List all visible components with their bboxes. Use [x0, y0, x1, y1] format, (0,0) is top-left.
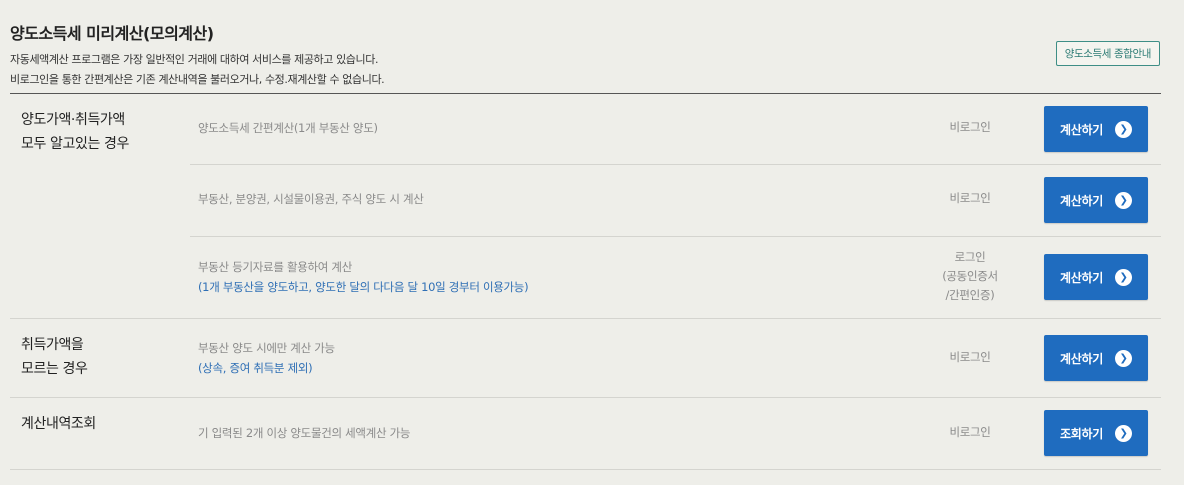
row-text: 부동산 등기자료를 활용하여 계산 — [198, 260, 352, 274]
list-item: 양도소득세 간편계산(1개 부동산 양도) 비로그인 계산하기 ❯ — [190, 94, 1161, 164]
group-label-unknown-acquisition: 취득가액을 모르는 경우 — [21, 337, 88, 377]
row-description: 부동산, 분양권, 시설물이용권, 주식 양도 시 계산 — [198, 189, 424, 209]
calculate-button[interactable]: 계산하기 ❯ — [1044, 335, 1148, 381]
button-label: 계산하기 — [1060, 351, 1103, 366]
list-item: 기 입력된 2개 이상 양도물건의 세액계산 가능 비로그인 조회하기 ❯ — [190, 398, 1161, 469]
row-description: 기 입력된 2개 이상 양도물건의 세액계산 가능 — [198, 423, 411, 443]
row-text: 양도소득세 간편계산(1개 부동산 양도) — [198, 121, 378, 135]
button-label: 조회하기 — [1060, 426, 1103, 441]
chevron-right-circle-icon: ❯ — [1114, 120, 1132, 138]
chevron-right-circle-icon: ❯ — [1114, 191, 1132, 209]
group-unknown-acquisition: 취득가액을 모르는 경우 부동산 양도 시에만 계산 가능 (상속, 증여 취득… — [10, 319, 1161, 397]
row-text: 부동산 양도 시에만 계산 가능 — [198, 341, 335, 355]
row-description: 부동산 등기자료를 활용하여 계산 (1개 부동산을 양도하고, 양도한 달의 … — [198, 257, 529, 297]
group-label-history: 계산내역조회 — [21, 416, 96, 432]
page-title: 양도소득세 미리계산(모의계산) — [10, 24, 214, 43]
button-label: 계산하기 — [1060, 193, 1103, 208]
chevron-right-circle-icon: ❯ — [1114, 424, 1132, 442]
group-label-known-prices: 양도가액·취득가액 모두 알고있는 경우 — [21, 112, 129, 152]
list-item: 부동산 양도 시에만 계산 가능 (상속, 증여 취득분 제외) 비로그인 계산… — [190, 319, 1161, 397]
page-header: 양도소득세 미리계산(모의계산) 자동세액계산 프로그램은 가장 일반적인 거래… — [10, 20, 1160, 90]
login-requirement: 로그인 (공동인증서 /간편인증) — [942, 250, 998, 302]
login-requirement: 비로그인 — [949, 191, 991, 205]
calculate-button[interactable]: 계산하기 ❯ — [1044, 177, 1148, 223]
tax-guide-button[interactable]: 양도소득세 종합안내 — [1055, 41, 1160, 66]
calculate-button[interactable]: 계산하기 ❯ — [1044, 254, 1148, 300]
row-note: (1개 부동산을 양도하고, 양도한 달의 다다음 달 10일 경부터 이용가능… — [198, 280, 529, 294]
list-item: 부동산, 분양권, 시설물이용권, 주식 양도 시 계산 비로그인 계산하기 ❯ — [190, 165, 1161, 236]
group-known-prices: 양도가액·취득가액 모두 알고있는 경우 양도소득세 간편계산(1개 부동산 양… — [10, 94, 1161, 318]
row-description: 부동산 양도 시에만 계산 가능 (상속, 증여 취득분 제외) — [198, 338, 335, 378]
calculate-button[interactable]: 계산하기 ❯ — [1044, 106, 1148, 152]
description-line-1: 자동세액계산 프로그램은 가장 일반적인 거래에 대하여 서비스를 제공하고 있… — [10, 53, 379, 66]
list-item: 부동산 등기자료를 활용하여 계산 (1개 부동산을 양도하고, 양도한 달의 … — [190, 237, 1161, 318]
row-description: 양도소득세 간편계산(1개 부동산 양도) — [198, 118, 378, 138]
description-line-2: 비로그인을 통한 간편계산은 기존 계산내역을 불러오거나, 수정.재계산할 수… — [10, 73, 385, 86]
chevron-right-circle-icon: ❯ — [1114, 268, 1132, 286]
page-description: 자동세액계산 프로그램은 가장 일반적인 거래에 대하여 서비스를 제공하고 있… — [10, 50, 1160, 90]
bottom-divider — [10, 469, 1161, 470]
lookup-button[interactable]: 조회하기 ❯ — [1044, 410, 1148, 456]
button-label: 계산하기 — [1060, 270, 1103, 285]
group-history: 계산내역조회 기 입력된 2개 이상 양도물건의 세액계산 가능 비로그인 조회… — [10, 398, 1161, 469]
row-text: 부동산, 분양권, 시설물이용권, 주식 양도 시 계산 — [198, 192, 424, 206]
login-requirement: 비로그인 — [949, 120, 991, 134]
row-note: (상속, 증여 취득분 제외) — [198, 361, 313, 375]
row-text: 기 입력된 2개 이상 양도물건의 세액계산 가능 — [198, 426, 411, 440]
login-requirement: 비로그인 — [949, 425, 991, 439]
chevron-right-circle-icon: ❯ — [1114, 349, 1132, 367]
button-label: 계산하기 — [1060, 122, 1103, 137]
login-requirement: 비로그인 — [949, 350, 991, 364]
